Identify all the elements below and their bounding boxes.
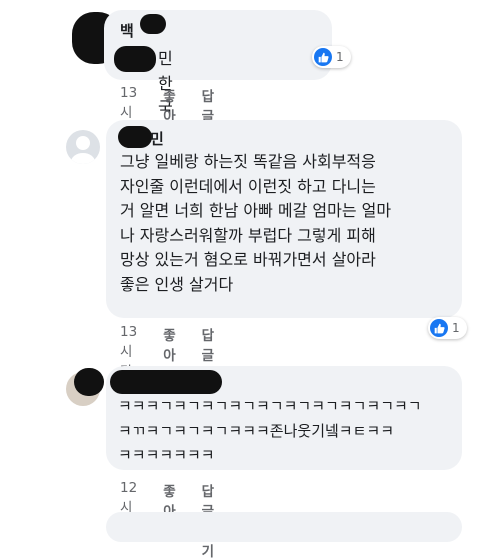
censored-author-mark bbox=[110, 370, 222, 394]
comment-text: 그냥 일베랑 하는짓 똑같음 사회부적응 자인줄 이런데에서 이런짓 하고 다니… bbox=[120, 152, 392, 294]
censored-author-mark bbox=[118, 126, 152, 148]
comment-text: ㅋㅋㅋㄱㅋㄱㅋㄱㅋㄱㅋㄱㅋㄱㅋㄱㅋㄱㅋㄱㅋㄱ ㅋㄲㅋㄱㅋㄱㅋㄱㅋㅋㅋ존나웃기넼ㅋ… bbox=[118, 397, 422, 464]
reaction-count-value: 1 bbox=[452, 321, 460, 335]
reaction-count-value: 1 bbox=[336, 50, 344, 64]
next-comment-bubble bbox=[106, 512, 462, 542]
like-reaction-icon bbox=[314, 48, 332, 66]
reaction-count[interactable]: 1 bbox=[428, 317, 467, 339]
default-avatar-icon[interactable] bbox=[66, 130, 100, 164]
censored-name-mark bbox=[114, 46, 156, 72]
like-reaction-icon bbox=[430, 319, 448, 337]
censored-author-mark bbox=[140, 14, 166, 34]
comment-author[interactable]: 백 bbox=[120, 20, 134, 41]
comment-author[interactable]: 민 bbox=[150, 128, 164, 149]
reaction-count[interactable]: 1 bbox=[312, 46, 351, 68]
censored-avatar-mark bbox=[74, 368, 104, 396]
